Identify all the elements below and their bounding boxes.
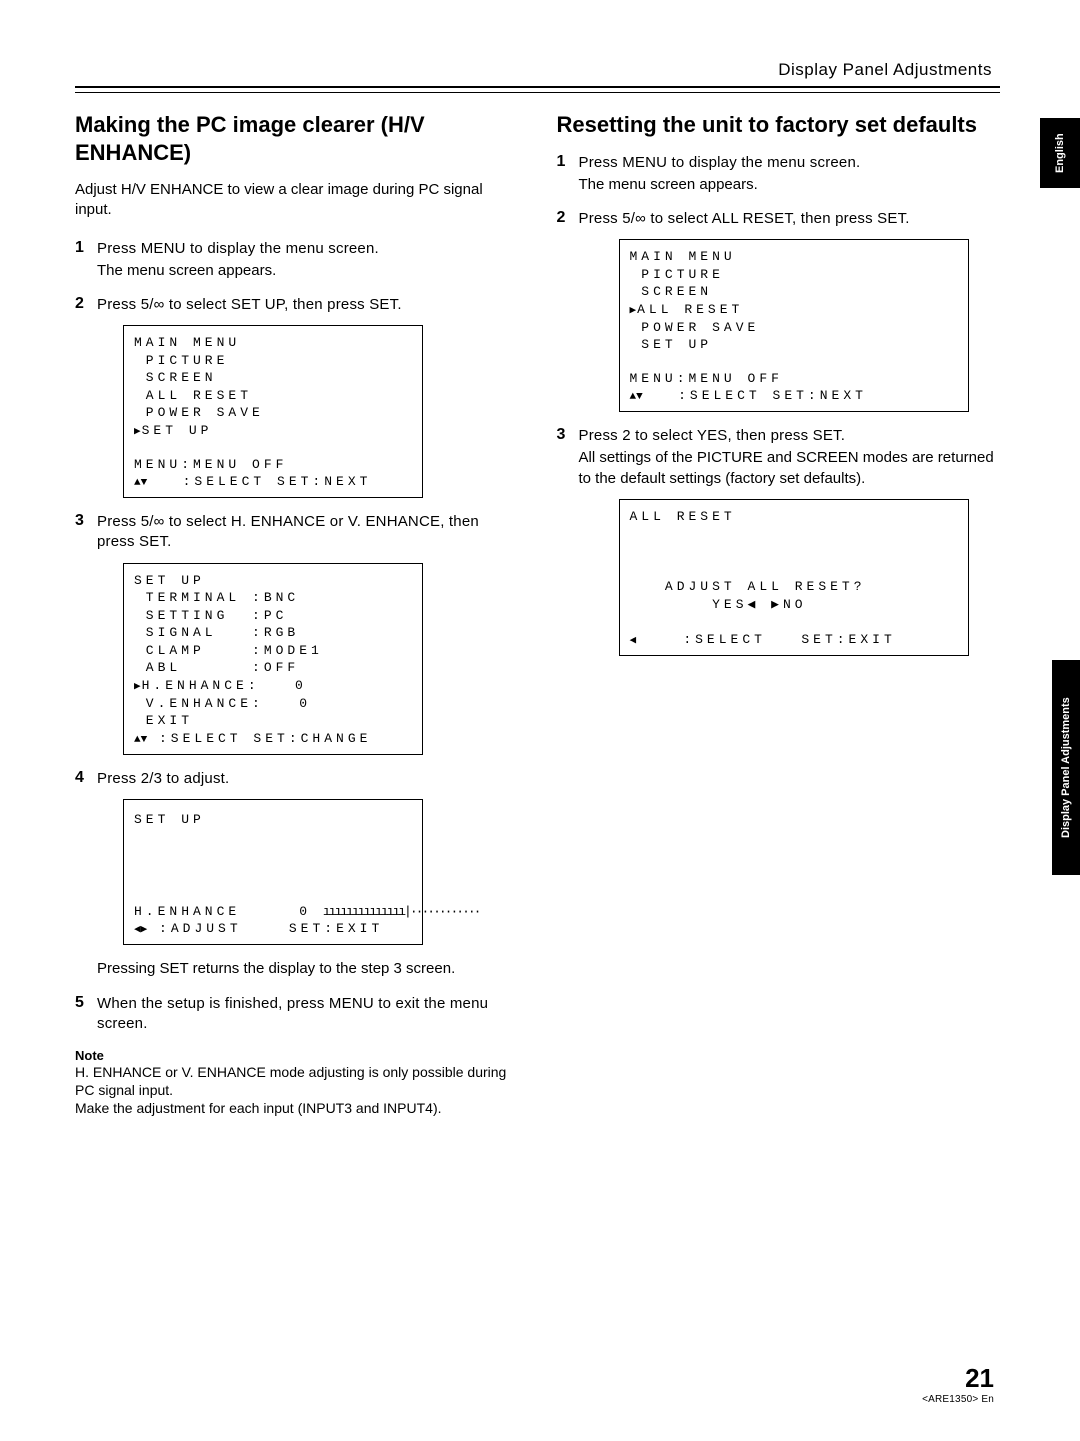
note-body: Make the adjustment for each input (INPU…: [75, 1099, 519, 1117]
osd-foot-line: :SELECT SET:NEXT: [147, 474, 371, 489]
updown-icon: [630, 391, 643, 403]
osd-title: ALL RESET: [630, 509, 736, 524]
tab-english: English: [1040, 118, 1080, 188]
osd-foot-line: :ADJUST SET:EXIT: [147, 921, 383, 936]
step-number: 4: [75, 769, 84, 787]
note-heading: Note: [75, 1048, 519, 1063]
osd-all-reset: ALL RESET ADJUST ALL RESET? YES◀ ▶NO :SE…: [619, 499, 969, 656]
osd-adjust: SET UP H.ENHANCE 0 ıııııııııııııı|······…: [123, 799, 423, 945]
osd-selected: ALL RESET: [630, 302, 744, 317]
osd-line: PICTURE: [630, 267, 724, 282]
osd-title: SET UP: [134, 573, 205, 588]
right-step-1: 1 Press MENU to display the menu screen.…: [557, 153, 1001, 196]
osd-selected: SET UP: [134, 423, 212, 438]
doc-code: <ARE1350> En: [922, 1394, 994, 1405]
columns: Making the PC image clearer (H/V ENHANCE…: [75, 111, 1000, 1118]
step-number: 1: [75, 239, 84, 257]
osd-foot-line: MENU:MENU OFF: [630, 371, 783, 386]
step-number: 3: [75, 512, 84, 530]
updown-icon: [134, 477, 147, 489]
osd-gauge: ıııııııııııııı|············: [323, 904, 480, 919]
osd-line: SCREEN: [134, 370, 217, 385]
step-main: Press MENU to display the menu screen.: [579, 153, 1001, 173]
step-main: Press MENU to display the menu screen.: [97, 239, 519, 259]
osd-foot-line: :SELECT SET:EXIT: [636, 632, 896, 647]
left-title: Making the PC image clearer (H/V ENHANCE…: [75, 111, 519, 166]
page: English Display Panel Adjustments Displa…: [0, 0, 1080, 1441]
osd-line: CLAMP :MODE1: [134, 643, 323, 658]
left-step-4: 4 Press 2/3 to adjust. SET UP H.ENHANCE …: [75, 769, 519, 980]
right-step-2: 2 Press 5/∞ to select ALL RESET, then pr…: [557, 209, 1001, 412]
left-step-3: 3 Press 5/∞ to select H. ENHANCE or V. E…: [75, 512, 519, 755]
osd-footer: MENU:MENU OFF :SELECT SET:NEXT: [134, 456, 412, 491]
step-number: 3: [557, 426, 566, 444]
osd-line: POWER SAVE: [630, 320, 760, 335]
osd-line: SET UP: [630, 337, 713, 352]
step-main: Press 5/∞ to select H. ENHANCE or V. ENH…: [97, 512, 519, 553]
osd-setup: SET UP TERMINAL :BNC SETTING :PC SIGNAL …: [123, 563, 423, 755]
osd-foot-line: MENU:MENU OFF: [134, 457, 287, 472]
leftright-icon: [134, 924, 147, 936]
osd-main-menu: MAIN MENU PICTURE SCREEN ALL RESET POWER…: [123, 325, 423, 498]
osd-line: SIGNAL :RGB: [134, 625, 299, 640]
left-column: Making the PC image clearer (H/V ENHANCE…: [75, 111, 519, 1118]
osd-line: EXIT: [134, 713, 193, 728]
step-sub: All settings of the PICTURE and SCREEN m…: [579, 448, 1001, 489]
step-main: Press 5/∞ to select ALL RESET, then pres…: [579, 209, 1001, 229]
right-steps: 1 Press MENU to display the menu screen.…: [557, 153, 1001, 656]
step-after: Pressing SET returns the display to the …: [97, 959, 519, 979]
osd-line: ADJUST ALL RESET?: [630, 579, 866, 594]
osd-line: ABL :OFF: [134, 660, 299, 675]
osd-line: V.ENHANCE: 0: [134, 696, 311, 711]
left-steps: 1 Press MENU to display the menu screen.…: [75, 239, 519, 1035]
osd-line: ALL RESET: [134, 388, 252, 403]
step-sub: The menu screen appears.: [579, 175, 1001, 195]
right-title: Resetting the unit to factory set defaul…: [557, 111, 1001, 139]
osd-foot-line: :SELECT SET:CHANGE: [147, 731, 371, 746]
step-number: 2: [557, 209, 566, 227]
page-footer: 21 <ARE1350> En: [922, 1363, 994, 1405]
osd-main-menu: MAIN MENU PICTURE SCREEN ALL RESET POWER…: [619, 239, 969, 412]
step-main: Press 5/∞ to select SET UP, then press S…: [97, 295, 519, 315]
osd-line: TERMINAL :BNC: [134, 590, 299, 605]
osd-line: SCREEN: [630, 284, 713, 299]
osd-title: SET UP: [134, 808, 412, 833]
step-number: 2: [75, 295, 84, 313]
step-number: 1: [557, 153, 566, 171]
step-main: When the setup is finished, press MENU t…: [97, 994, 519, 1035]
right-step-3: 3 Press 2 to select YES, then press SET.…: [557, 426, 1001, 655]
updown-icon: [134, 734, 147, 746]
tab-display-adjustments: Display Panel Adjustments: [1052, 660, 1080, 875]
osd-footer: MENU:MENU OFF :SELECT SET:NEXT: [630, 370, 958, 405]
page-number: 21: [922, 1363, 994, 1394]
osd-line: PICTURE: [134, 353, 228, 368]
osd-line: SETTING :PC: [134, 608, 287, 623]
page-header: Display Panel Adjustments: [75, 60, 1000, 80]
right-column: Resetting the unit to factory set defaul…: [557, 111, 1001, 1118]
osd-line: POWER SAVE: [134, 405, 264, 420]
left-intro: Adjust H/V ENHANCE to view a clear image…: [75, 180, 519, 221]
step-main: Press 2 to select YES, then press SET.: [579, 426, 1001, 446]
note-body: H. ENHANCE or V. ENHANCE mode adjusting …: [75, 1063, 519, 1099]
step-number: 5: [75, 994, 84, 1012]
left-step-1: 1 Press MENU to display the menu screen.…: [75, 239, 519, 282]
header-rule: [75, 86, 1000, 93]
osd-title: MAIN MENU: [134, 335, 240, 350]
osd-line: YES◀ ▶NO: [630, 597, 807, 612]
step-sub: The menu screen appears.: [97, 261, 519, 281]
osd-foot-line: :SELECT SET:NEXT: [643, 388, 867, 403]
left-step-2: 2 Press 5/∞ to select SET UP, then press…: [75, 295, 519, 498]
osd-title: MAIN MENU: [630, 249, 736, 264]
left-step-5: 5 When the setup is finished, press MENU…: [75, 994, 519, 1035]
osd-selected: H.ENHANCE: 0: [134, 678, 307, 693]
step-main: Press 2/3 to adjust.: [97, 769, 519, 789]
osd-line: H.ENHANCE 0: [134, 904, 311, 919]
